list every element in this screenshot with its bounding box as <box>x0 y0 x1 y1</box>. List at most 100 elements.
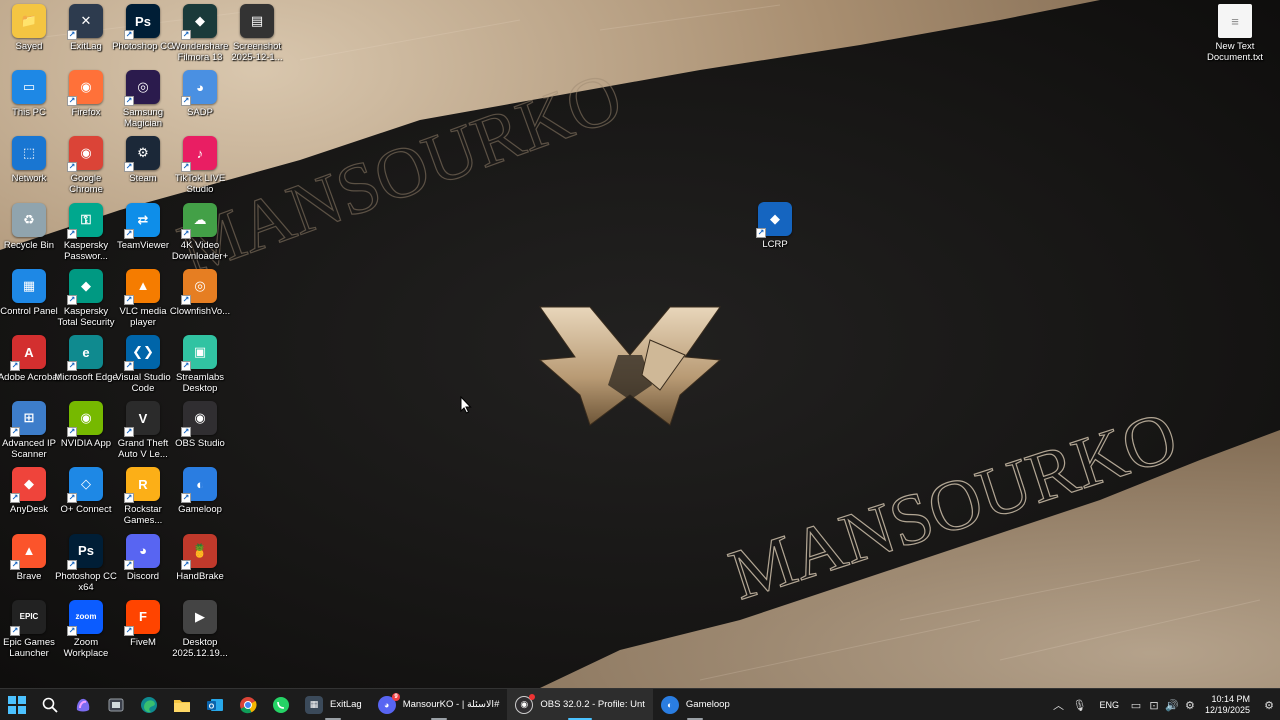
desktop-icon[interactable]: Ps ↗ Photoshop CC x64 <box>55 533 117 593</box>
desktop-icon[interactable]: Ps ↗ Photoshop CC <box>112 4 174 52</box>
outlook-icon[interactable]: O <box>198 689 231 720</box>
shortcut-arrow-icon: ↗ <box>67 559 77 570</box>
desktop-icon[interactable]: ▭ This PC <box>0 70 58 118</box>
desktop-icon[interactable]: ◇ ↗ O+ Connect <box>57 467 115 515</box>
search-icon[interactable] <box>33 689 66 720</box>
desktop-icon[interactable]: ▣ ↗ Streamlabs Desktop <box>171 335 229 394</box>
network-icon: ⬚ <box>12 136 46 171</box>
desktop-icon[interactable]: F ↗ FiveM <box>114 599 172 648</box>
vpn-icon[interactable]: ⚙ <box>1181 689 1199 720</box>
desktop-icon[interactable]: ◆ ↗ Wondershare Filmora 13 <box>171 4 229 63</box>
desktop-icon[interactable]: ◆ ↗ AnyDesk <box>0 467 58 515</box>
recording-dot-icon <box>529 693 536 700</box>
desktop-icon[interactable]: ✕ ↗ ExitLag <box>57 4 115 52</box>
vlc-icon: ▲ ↗ <box>124 268 160 305</box>
desktop-icon[interactable]: A ↗ Adobe Acrobat <box>0 335 60 383</box>
desktop-icon[interactable]: zoom ↗ Zoom Workplace <box>57 599 115 659</box>
desktop-icon-label: Kaspersky Passwor... <box>63 239 109 262</box>
taskbar-app-label: MansourKO - | الاسئلة# <box>402 699 500 710</box>
notification-bell-icon[interactable]: ⚙ <box>1258 689 1280 720</box>
desktop-icon[interactable]: 📁 Sayed <box>0 4 58 52</box>
whatsapp-icon[interactable] <box>264 689 297 720</box>
brave-icon: ▲ ↗ <box>10 533 46 570</box>
desktop-icon-label: Wondershare Filmora 13 <box>171 41 229 63</box>
copilot-icon[interactable] <box>66 689 99 720</box>
desktop-icon[interactable]: ☁ ↗ 4K Video Downloader+ <box>171 202 229 262</box>
nvidia-icon: ◉ ↗ <box>67 401 103 438</box>
language-indicator[interactable]: ENG <box>1091 700 1127 710</box>
this-pc-icon: ▭ <box>12 70 46 105</box>
desktop-icon[interactable]: ◕ ↗ Discord <box>114 533 172 582</box>
desktop-icon[interactable]: ❮❯ ↗ Visual Studio Code <box>114 335 172 394</box>
samsung-magician-icon: ◎ ↗ <box>124 70 160 107</box>
desktop-icon[interactable]: ◆ ↗ Kaspersky Total Security <box>57 268 115 328</box>
desktop-icon[interactable]: ▲ ↗ Brave <box>0 533 58 582</box>
shortcut-arrow-icon: ↗ <box>67 294 77 305</box>
photoshop-icon: Ps ↗ <box>124 4 160 40</box>
desktop-icon[interactable]: ◐ ↗ Gameloop <box>171 467 229 515</box>
desktop-icon[interactable]: ⚿ ↗ Kaspersky Passwor... <box>57 202 115 262</box>
microphone-icon[interactable]: 🎙 <box>1067 689 1091 720</box>
desktop-icon[interactable]: 🍍 ↗ HandBrake <box>171 533 229 582</box>
desktop-icon[interactable]: ⚙ ↗ Steam <box>114 136 172 184</box>
shortcut-arrow-icon: ↗ <box>67 427 77 438</box>
desktop-icon[interactable]: ▦ Control Panel <box>0 268 58 317</box>
desktop-icon[interactable]: ≡ New Text Document.txt <box>1206 4 1264 63</box>
desktop-icon[interactable]: ⇄ ↗ TeamViewer <box>114 202 172 251</box>
sadp-icon: ◕ ↗ <box>181 70 217 107</box>
desktop-icon-label: Rockstar Games... <box>123 504 163 527</box>
kaspersky-password-icon: ⚿ ↗ <box>67 202 103 239</box>
shortcut-arrow-icon: ↗ <box>181 361 191 371</box>
desktop-icon[interactable]: ▤ Screenshot 2025-12-1... <box>228 4 286 63</box>
shortcut-arrow-icon: ↗ <box>124 294 134 305</box>
desktop-icon[interactable]: e ↗ Microsoft Edge <box>54 335 118 383</box>
shortcut-arrow-icon: ↗ <box>67 30 77 40</box>
kaspersky-icon: ◆ ↗ <box>67 268 103 305</box>
shortcut-arrow-icon: ↗ <box>10 427 20 438</box>
taskbar-app-exitlag[interactable]: ▦ ExitLag <box>297 689 370 720</box>
desktop-icon-label: FiveM <box>130 636 156 648</box>
desktop-icon[interactable]: ⬚ Network <box>0 136 58 184</box>
desktop-icon[interactable]: ♪ ↗ TikTok LIVE Studio <box>171 136 229 195</box>
taskbar-app-obs[interactable]: ◉ OBS 32.0.2 - Profile: Unt <box>507 688 653 720</box>
shortcut-arrow-icon: ↗ <box>67 361 77 371</box>
shortcut-arrow-icon: ↗ <box>181 294 191 305</box>
desktop-icon[interactable]: ◉ ↗ Google Chrome <box>57 136 115 195</box>
taskbar-app-gameloop[interactable]: ◐ Gameloop <box>653 689 738 720</box>
desktop-icon[interactable]: ⊞ ↗ Advanced IP Scanner <box>0 401 58 460</box>
desktop-icon-label: Desktop 2025.12.19... <box>172 636 228 659</box>
display-icon[interactable]: ▭ <box>1127 689 1145 720</box>
edge-icon[interactable] <box>132 689 165 720</box>
discord-icon: ◕ 9 <box>377 692 400 714</box>
desktop-icon[interactable]: ◉ ↗ Firefox <box>57 70 115 118</box>
desktop-icon[interactable]: ◎ ↗ ClownfishVo... <box>170 268 230 317</box>
shortcut-arrow-icon: ↗ <box>67 228 77 239</box>
volume-icon[interactable]: 🔊 <box>1163 689 1181 720</box>
desktop-icon[interactable]: ◉ ↗ NVIDIA App <box>57 401 115 449</box>
teamviewer-icon: ⇄ ↗ <box>124 202 160 239</box>
desktop-icon[interactable]: ◎ ↗ Samsung Magician <box>114 70 172 129</box>
shortcut-arrow-icon: ↗ <box>124 30 134 40</box>
chevron-up-icon[interactable]: ︿ <box>1049 689 1067 720</box>
desktop-icon[interactable]: ▶ Desktop 2025.12.19... <box>171 599 229 659</box>
network-icon[interactable]: ⊡ <box>1145 689 1163 720</box>
desktop-icon[interactable]: ◆ ↗ LCRP <box>746 202 804 250</box>
shortcut-arrow-icon: ↗ <box>124 493 134 504</box>
start-icon[interactable] <box>0 689 33 720</box>
clock[interactable]: 10:14 PM 12/19/2025 <box>1199 694 1258 716</box>
chrome-icon[interactable] <box>231 689 264 720</box>
desktop-icon[interactable]: EPIC ↗ Epic Games Launcher <box>0 599 58 659</box>
control-panel-icon: ▦ <box>12 268 46 303</box>
shortcut-arrow-icon: ↗ <box>181 427 191 438</box>
steam-icon: ⚙ ↗ <box>124 136 160 173</box>
desktop-icon[interactable]: ♻ Recycle Bin <box>0 202 58 251</box>
taskbar-app-discord[interactable]: ◕ 9 MansourKO - | الاسئلة# <box>370 689 508 720</box>
file-explorer-icon[interactable] <box>165 689 198 720</box>
desktop-icon[interactable]: ▲ ↗ VLC media player <box>114 268 172 328</box>
app-icon[interactable] <box>99 689 132 720</box>
desktop-icon[interactable]: V ↗ Grand Theft Auto V Le... <box>114 401 172 460</box>
desktop-icon[interactable]: ◉ ↗ OBS Studio <box>171 401 229 449</box>
desktop-icon[interactable]: R ↗ Rockstar Games... <box>114 467 172 526</box>
desktop-icon[interactable]: ◕ ↗ SADP <box>171 70 229 118</box>
shortcut-arrow-icon: ↗ <box>181 559 191 570</box>
